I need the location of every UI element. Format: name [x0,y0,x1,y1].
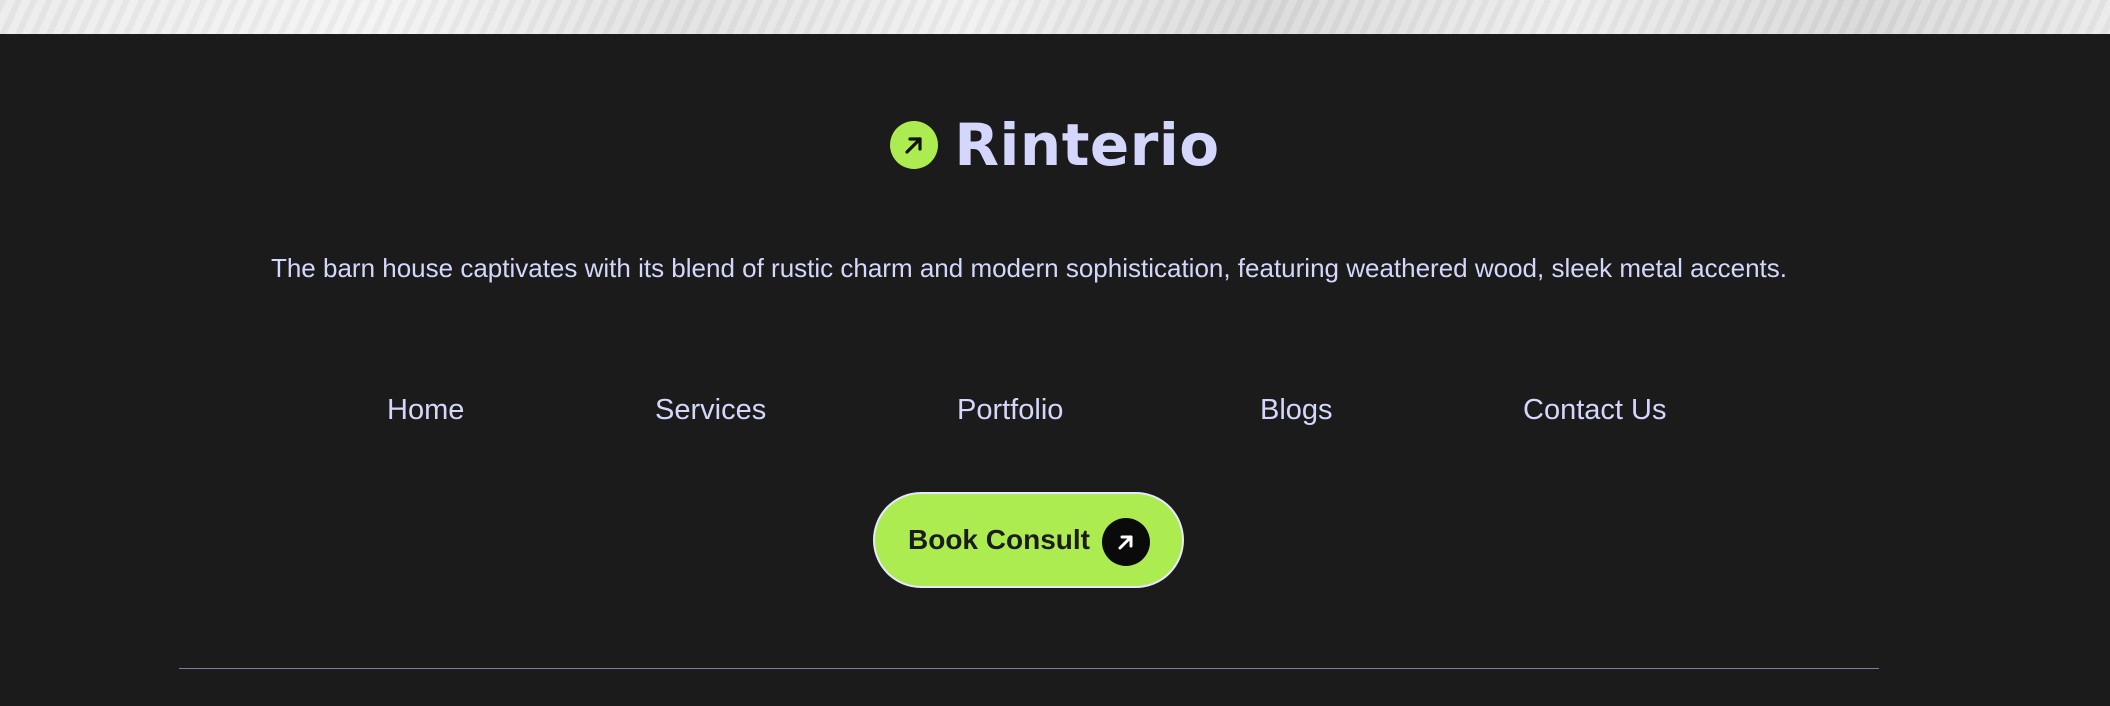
arrow-up-right-icon [890,121,939,169]
nav-link-home[interactable]: Home [387,390,464,430]
brand-name: Rinterio [954,111,1220,179]
footer-nav: Home Services Portfolio Blogs Contact Us [0,390,2110,430]
nav-link-services[interactable]: Services [655,390,766,430]
hero-image-strip [0,0,2110,34]
footer-brand-logo[interactable]: Rinterio [0,116,2110,174]
nav-link-blogs[interactable]: Blogs [1260,390,1333,430]
arrow-up-right-icon [1102,518,1150,566]
site-footer: Rinterio The barn house captivates with … [0,34,2110,706]
nav-link-contact-us[interactable]: Contact Us [1523,390,1666,430]
book-consult-label: Book Consult [908,524,1090,555]
footer-divider [179,668,1879,669]
footer-tagline: The barn house captivates with its blend… [270,253,1788,283]
book-consult-button[interactable]: Book Consult [873,492,1184,588]
nav-link-portfolio[interactable]: Portfolio [957,390,1063,430]
